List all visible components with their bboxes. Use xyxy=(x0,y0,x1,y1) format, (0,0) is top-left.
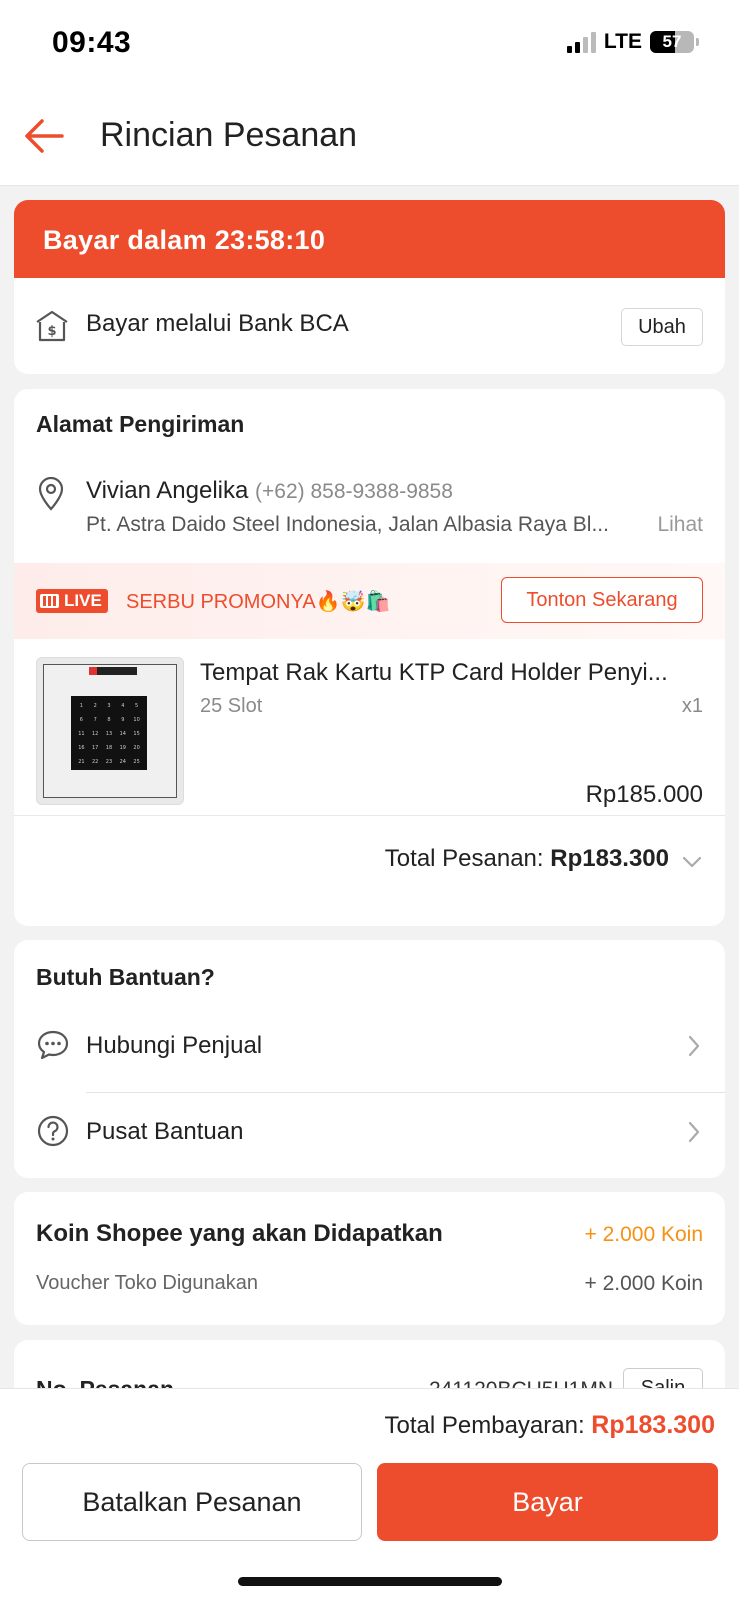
app-header: Rincian Pesanan xyxy=(0,90,739,186)
location-pin-icon xyxy=(38,477,64,511)
page-title: Rincian Pesanan xyxy=(100,116,358,154)
product-slot-number: 6 xyxy=(79,717,83,723)
product-slot-number: 15 xyxy=(133,731,140,737)
contact-seller-label: Hubungi Penjual xyxy=(86,1032,263,1059)
status-indicators: LTE 57 xyxy=(566,30,699,54)
product-slot-number: 11 xyxy=(78,731,85,737)
payment-method-label: Bayar melalui Bank BCA xyxy=(86,310,349,337)
product-image[interactable]: 1 2 3 4 5 6 7 8 9 10 11 12 13 14 15 16 17 18 19 20 21 22 23 24 2… xyxy=(36,657,184,805)
cancel-order-button[interactable]: Batalkan Pesanan xyxy=(22,1463,362,1541)
product-slot-number: 22 xyxy=(92,759,99,765)
svg-text:$: $ xyxy=(47,324,56,339)
payment-total-amount: Rp183.300 xyxy=(591,1411,715,1439)
chevron-right-icon xyxy=(688,1035,700,1057)
order-total-amount: Rp183.300 xyxy=(550,845,669,872)
help-center-row[interactable]: Pusat Bantuan xyxy=(14,1090,725,1174)
order-total[interactable]: Total Pesanan: Rp183.300 xyxy=(385,845,669,873)
live-promo-emoji: 🔥🤯🛍️ xyxy=(315,591,391,613)
product-slot-number: 5 xyxy=(135,703,139,709)
live-promo-strip[interactable]: LIVE SERBU PROMONYA🔥🤯🛍️ Tonton Sekarang xyxy=(14,563,725,639)
product-slot-number: 14 xyxy=(119,731,126,737)
see-address-link[interactable]: Lihat xyxy=(657,513,703,537)
product-image-grid: 1 2 3 4 5 6 7 8 9 10 11 12 13 14 15 16 17 18 19 20 21 22 23 24 2… xyxy=(71,696,147,770)
product-slot-number: 24 xyxy=(119,759,126,765)
product-slot-number: 20 xyxy=(133,745,140,751)
coins-amount: + 2.000 Koin xyxy=(584,1223,703,1246)
product-slot-number: 9 xyxy=(121,717,125,723)
product-slot-number: 16 xyxy=(78,745,85,751)
product-slot-number: 10 xyxy=(133,717,140,723)
voucher-label: Voucher Toko Digunakan xyxy=(36,1272,259,1294)
product-slot-number: 1 xyxy=(79,703,83,709)
help-center-label: Pusat Bantuan xyxy=(86,1118,244,1145)
live-promo-text: SERBU PROMONYA🔥🤯🛍️ xyxy=(126,589,390,614)
product-slot-number: 3 xyxy=(107,703,111,709)
live-badge-text: LIVE xyxy=(64,591,102,610)
network-type: LTE xyxy=(603,30,642,53)
battery-level: 57 xyxy=(662,32,682,51)
payment-card: Bayar dalam 23:58:10 $ Bayar melalui Ban… xyxy=(14,200,725,374)
chat-icon xyxy=(37,1030,69,1060)
recipient-phone: (+62) 858-9388-9858 xyxy=(255,480,453,503)
coins-title: Koin Shopee yang akan Didapatkan xyxy=(36,1220,443,1247)
pay-button[interactable]: Bayar xyxy=(377,1463,718,1541)
recipient-name-text: Vivian Angelika xyxy=(86,477,249,504)
product-slot-number: 17 xyxy=(92,745,99,751)
help-card: Butuh Bantuan? Hubungi Penjual Pusat Ban… xyxy=(14,940,725,1178)
contact-seller-row[interactable]: Hubungi Penjual xyxy=(14,1004,725,1088)
status-bar: 09:43 LTE 57 xyxy=(0,0,739,90)
product-slot-number: 21 xyxy=(78,759,85,765)
divider xyxy=(14,815,725,816)
bank-icon: $ xyxy=(36,310,68,342)
product-slot-number: 2 xyxy=(93,703,97,709)
status-time: 09:43 xyxy=(52,26,132,59)
product-slot-number: 4 xyxy=(121,703,125,709)
product-slot-number: 25 xyxy=(133,759,140,765)
product-quantity: x1 xyxy=(681,695,703,717)
product-slot-number: 8 xyxy=(107,717,111,723)
chevron-right-icon xyxy=(688,1121,700,1143)
chevron-down-icon[interactable] xyxy=(681,851,703,873)
coins-card: Koin Shopee yang akan Didapatkan + 2.000… xyxy=(14,1192,725,1325)
product-variant: 25 Slot xyxy=(200,695,263,717)
payment-total: Total Pembayaran: Rp183.300 xyxy=(385,1411,715,1440)
payment-total-label: Total Pembayaran: xyxy=(384,1412,585,1439)
home-indicator[interactable] xyxy=(238,1577,502,1586)
payment-method-row: $ Bayar melalui Bank BCA Ubah xyxy=(14,278,725,374)
product-slot-number: 7 xyxy=(93,717,97,723)
payment-countdown: Bayar dalam 23:58:10 xyxy=(14,200,725,278)
change-payment-button[interactable]: Ubah xyxy=(621,308,703,346)
help-title: Butuh Bantuan? xyxy=(36,964,215,990)
live-promo-label: SERBU PROMONYA xyxy=(126,591,316,613)
help-circle-icon xyxy=(37,1115,69,1147)
bottom-action-bar: Total Pembayaran: Rp183.300 Batalkan Pes… xyxy=(0,1388,739,1600)
battery-icon: 57 xyxy=(650,31,694,53)
product-slot-number: 12 xyxy=(92,731,99,737)
product-slot-number: 13 xyxy=(105,731,113,737)
product-price: Rp185.000 xyxy=(585,781,703,808)
recipient-name: Vivian Angelika (+62) 858-9388-9858 xyxy=(86,477,453,505)
product-name[interactable]: Tempat Rak Kartu KTP Card Holder Penyi..… xyxy=(200,659,698,687)
voucher-amount: + 2.000 Koin xyxy=(584,1272,703,1295)
address-section-title: Alamat Pengiriman xyxy=(36,411,245,437)
product-slot-number: 18 xyxy=(105,745,113,751)
product-slot-number: 19 xyxy=(119,745,126,751)
live-badge: LIVE xyxy=(36,589,108,613)
live-bars-icon xyxy=(40,594,59,608)
watch-now-button[interactable]: Tonton Sekarang xyxy=(501,577,703,623)
order-total-label: Total Pesanan: xyxy=(384,845,544,872)
address-line: Pt. Astra Daido Steel Indonesia, Jalan A… xyxy=(86,513,609,536)
signal-icon xyxy=(566,31,596,53)
product-slot-number: 23 xyxy=(105,759,113,765)
back-arrow-icon[interactable] xyxy=(22,114,66,158)
order-card: Alamat Pengiriman Vivian Angelika (+62) … xyxy=(14,389,725,926)
